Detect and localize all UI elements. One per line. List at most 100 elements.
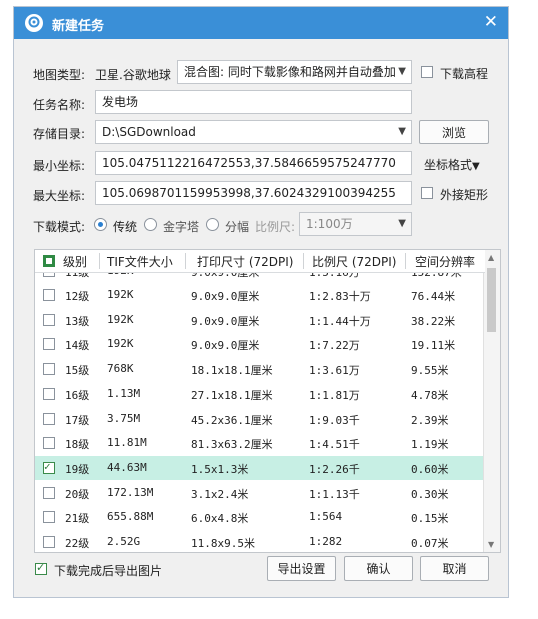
select-all-checkbox[interactable] bbox=[43, 255, 55, 267]
table-scrollbar[interactable]: ▲ ▼ bbox=[483, 250, 500, 552]
close-icon[interactable]: ✕ bbox=[484, 12, 498, 32]
cell-scale: 1:1.81万 bbox=[309, 388, 360, 402]
storage-dir-label: 存储目录: bbox=[33, 127, 86, 141]
caret-down-icon: ▼ bbox=[472, 161, 480, 172]
table-row[interactable]: 18级 11.81M 81.3x63.2厘米 1:4.51千 1.19米 bbox=[35, 431, 485, 455]
min-coord-label: 最小坐标: bbox=[33, 159, 86, 173]
mode-traditional-label: 传统 bbox=[113, 220, 138, 234]
level-table: 11级 192K 9.0x9.0厘米 1:5.16万 152.87米 12级19… bbox=[34, 249, 501, 553]
row-checkbox[interactable] bbox=[43, 511, 55, 524]
scale-value: 1:100万 bbox=[306, 217, 353, 231]
row-checkbox[interactable] bbox=[43, 486, 55, 499]
row-checkbox[interactable] bbox=[43, 313, 55, 326]
outer-rect-checkbox[interactable] bbox=[421, 187, 433, 199]
table-row[interactable]: 15级 768K 18.1x18.1厘米 1:3.61万 9.55米 bbox=[35, 357, 485, 381]
table-row[interactable]: 22级 2.52G 11.8x9.5米 1:282 0.07米 bbox=[35, 530, 485, 552]
mode-sheet-label: 分幅 bbox=[225, 220, 250, 234]
cell-scale: 1:1.44十万 bbox=[309, 314, 371, 328]
header-size[interactable]: TIF文件大小 bbox=[107, 253, 173, 270]
cell-level: 17级 bbox=[65, 413, 90, 427]
export-settings-button[interactable]: 导出设置 bbox=[267, 556, 336, 581]
cell-level: 12级 bbox=[65, 290, 90, 303]
cell-level: 19级 bbox=[65, 462, 90, 476]
cell-size: 3.75M bbox=[107, 411, 141, 425]
table-row[interactable]: 12级 192K 9.0x9.0厘米 1:2.83十万 76.44米 bbox=[35, 283, 485, 307]
table-row[interactable]: 17级 3.75M 45.2x36.1厘米 1:9.03千 2.39米 bbox=[35, 407, 485, 431]
chevron-down-icon: ▼ bbox=[398, 218, 406, 229]
coord-format-label: 坐标格式 bbox=[424, 158, 473, 172]
cell-res: 1.19米 bbox=[411, 438, 449, 452]
export-image-checkbox[interactable] bbox=[35, 561, 47, 575]
cell-res: 0.07米 bbox=[411, 537, 449, 550]
cell-scale: 1:1.13千 bbox=[309, 487, 360, 501]
row-checkbox[interactable] bbox=[43, 289, 55, 301]
coord-format-button[interactable]: 坐标格式▼ bbox=[424, 156, 480, 173]
row-checkbox[interactable] bbox=[43, 536, 55, 548]
cell-level: 20级 bbox=[65, 487, 90, 501]
cell-scale: 1:564 bbox=[309, 510, 343, 524]
cell-size: 768K bbox=[107, 362, 134, 376]
header-scale[interactable]: 比例尺 (72DPI) bbox=[312, 253, 396, 270]
cell-size: 11.81M bbox=[107, 436, 147, 450]
cell-res: 76.44米 bbox=[411, 290, 456, 303]
table-header: 级别 TIF文件大小 打印尺寸 (72DPI) 比例尺 (72DPI) 空间分辨… bbox=[35, 250, 485, 273]
cell-size: 1.13M bbox=[107, 386, 141, 400]
scrollbar-thumb[interactable] bbox=[487, 268, 496, 332]
title-bar: 新建任务 ✕ bbox=[14, 7, 508, 39]
table-row[interactable]: 14级 192K 9.0x9.0厘米 1:7.22万 19.11米 bbox=[35, 332, 485, 356]
header-print[interactable]: 打印尺寸 (72DPI) bbox=[197, 253, 293, 270]
scroll-up-icon[interactable]: ▲ bbox=[488, 253, 494, 262]
cell-level: 13级 bbox=[65, 314, 90, 328]
table-row[interactable]: 21级 655.88M 6.0x4.8米 1:564 0.15米 bbox=[35, 505, 485, 529]
cell-print: 3.1x2.4米 bbox=[191, 487, 249, 501]
cell-level: 14级 bbox=[65, 339, 90, 353]
row-checkbox[interactable] bbox=[43, 412, 55, 425]
table-row[interactable]: 13级 192K 9.0x9.0厘米 1:1.44十万 38.22米 bbox=[35, 308, 485, 332]
cell-print: 18.1x18.1厘米 bbox=[191, 364, 273, 378]
map-mode-value: 混合图: 同时下载影像和路网并自动叠加 bbox=[184, 65, 396, 79]
task-name-input[interactable]: 发电场 bbox=[95, 90, 412, 114]
map-type-value: 卫星.谷歌地球 bbox=[95, 68, 171, 82]
cell-scale: 1:2.83十万 bbox=[309, 290, 371, 303]
table-row[interactable]: 16级 1.13M 27.1x18.1厘米 1:1.81万 4.78米 bbox=[35, 382, 485, 406]
cell-scale: 1:4.51千 bbox=[309, 438, 360, 452]
cell-level: 18级 bbox=[65, 438, 90, 452]
table-row[interactable]: 20级 172.13M 3.1x2.4米 1:1.13千 0.30米 bbox=[35, 481, 485, 505]
row-checkbox[interactable] bbox=[43, 437, 55, 450]
mode-sheet-radio[interactable] bbox=[206, 218, 219, 231]
cell-res: 4.78米 bbox=[411, 388, 449, 402]
mode-pyramid-radio[interactable] bbox=[144, 218, 157, 231]
row-checkbox[interactable] bbox=[43, 363, 55, 376]
scale-select[interactable]: 1:100万 ▼ bbox=[299, 212, 412, 236]
download-elevation-checkbox[interactable] bbox=[421, 66, 433, 78]
cell-size: 44.63M bbox=[107, 460, 147, 474]
cancel-button[interactable]: 取消 bbox=[420, 556, 489, 581]
row-checkbox[interactable] bbox=[43, 460, 55, 474]
cell-res: 0.15米 bbox=[411, 512, 449, 526]
cell-print: 1.5x1.3米 bbox=[191, 462, 249, 476]
cell-scale: 1:2.26千 bbox=[309, 462, 360, 476]
browse-button[interactable]: 浏览 bbox=[419, 120, 489, 144]
mode-traditional-radio[interactable] bbox=[94, 218, 107, 231]
storage-dir-combo[interactable]: D:\SGDownload ▼ bbox=[95, 120, 412, 144]
map-mode-select[interactable]: 混合图: 同时下载影像和路网并自动叠加 ▼ bbox=[177, 60, 412, 84]
header-separator bbox=[405, 253, 406, 269]
cell-print: 11.8x9.5米 bbox=[191, 537, 255, 550]
mode-pyramid-label: 金字塔 bbox=[163, 220, 200, 234]
row-checkbox[interactable] bbox=[43, 387, 55, 400]
header-separator bbox=[185, 253, 186, 269]
scroll-down-icon[interactable]: ▼ bbox=[488, 540, 494, 549]
dialog-title: 新建任务 bbox=[52, 19, 105, 34]
confirm-button[interactable]: 确认 bbox=[344, 556, 413, 581]
header-level[interactable]: 级别 bbox=[63, 253, 87, 270]
cell-level: 15级 bbox=[65, 364, 90, 378]
cell-scale: 1:3.61万 bbox=[309, 364, 360, 378]
header-resolution[interactable]: 空间分辨率 bbox=[415, 253, 475, 270]
table-row[interactable]: 19级 44.63M 1.5x1.3米 1:2.26千 0.60米 bbox=[35, 455, 485, 480]
max-coord-input[interactable]: 105.0698701159953998,37.6024329100394255 bbox=[95, 181, 412, 205]
min-coord-input[interactable]: 105.0475112216472553,37.5846659575247770 bbox=[95, 151, 412, 175]
row-checkbox[interactable] bbox=[43, 338, 55, 351]
cell-scale: 1:9.03千 bbox=[309, 413, 360, 427]
cell-res: 9.55米 bbox=[411, 364, 449, 378]
download-mode-label: 下载模式: bbox=[33, 220, 86, 234]
